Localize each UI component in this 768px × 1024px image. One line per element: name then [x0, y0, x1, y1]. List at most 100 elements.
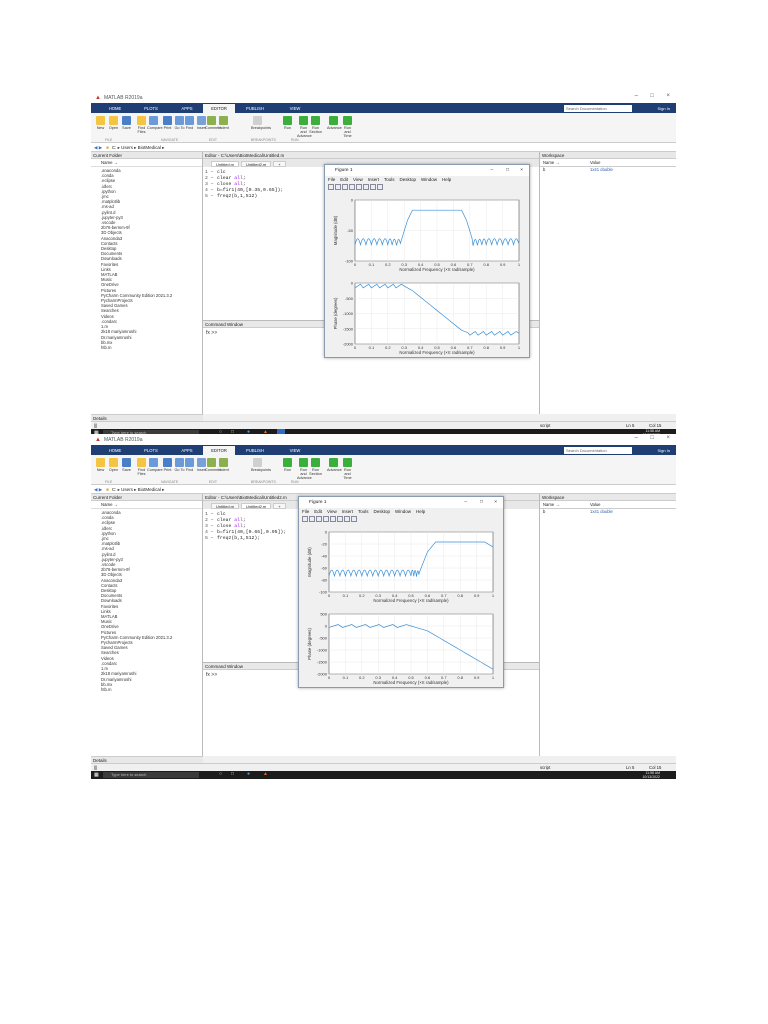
ribbon-button-run-section[interactable]: Run Section — [309, 116, 322, 134]
file-item[interactable]: htb.m — [91, 687, 202, 692]
tab-apps[interactable]: APPS — [171, 104, 203, 113]
sign-in-link[interactable]: Sign In — [658, 446, 670, 455]
code-line[interactable]: 3 − close all; — [203, 524, 246, 529]
pan-icon[interactable] — [337, 516, 343, 522]
code-line[interactable]: 2 − clear all; — [203, 518, 246, 523]
save-icon[interactable] — [316, 516, 322, 522]
windows-start-icon[interactable]: ▦ — [94, 772, 99, 778]
search-documentation-input[interactable]: Search Documentation — [564, 447, 632, 454]
taskbar-search-input[interactable]: Type here to search — [103, 772, 199, 778]
code-line[interactable]: 2 − clear all; — [203, 176, 246, 181]
name-column-header[interactable]: Name → — [91, 501, 202, 509]
address-bar[interactable]: ◀ ▶ ■ C: ▸ Users ▸ BiotMedical ▸ — [91, 485, 676, 494]
maximize-icon[interactable]: □ — [650, 435, 654, 441]
code-line[interactable]: 4 − b=fir1(40,[0.65],0.95]); — [203, 530, 286, 535]
minimize-icon[interactable]: – — [635, 435, 638, 441]
print-icon[interactable] — [323, 516, 329, 522]
figure-menu-insert[interactable]: Insert — [368, 177, 379, 182]
code-line[interactable]: 3 − close all; — [203, 182, 246, 187]
close-icon[interactable]: × — [666, 435, 670, 441]
editor-tab[interactable]: Untitled2.m — [241, 503, 272, 509]
zoom-icon[interactable] — [330, 516, 336, 522]
ribbon-button-advance[interactable]: Advance — [327, 116, 342, 130]
save-icon[interactable] — [342, 184, 348, 190]
pointer-icon[interactable] — [377, 184, 383, 190]
figure-menu-edit[interactable]: Edit — [340, 177, 348, 182]
figure-menu-tools[interactable]: Tools — [358, 509, 369, 514]
taskbar-browser-icon[interactable]: ● — [247, 771, 250, 777]
address-bar[interactable]: ◀ ▶ ■ C: ▸ Users ▸ BiotMedical ▸ — [91, 143, 676, 152]
ribbon-button-new[interactable]: New — [94, 458, 107, 472]
figure-menu-view[interactable]: View — [353, 177, 363, 182]
name-column-header[interactable]: Name → — [91, 159, 202, 167]
new-tab-button[interactable]: + — [273, 503, 286, 509]
taskbar-view-icon[interactable]: □ — [231, 771, 234, 777]
figure-maximize-icon[interactable]: □ — [480, 497, 483, 508]
figure-menu-tools[interactable]: Tools — [384, 177, 395, 182]
ribbon-button-breakpoints[interactable]: Breakpoints — [251, 116, 271, 130]
ws-name-column[interactable]: Name → — [540, 501, 590, 508]
code-line[interactable]: 5 − freqz(b,1,512); — [203, 536, 260, 541]
ribbon-button-breakpoints[interactable]: Breakpoints — [251, 458, 271, 472]
ribbon-button-compare[interactable]: Compare — [147, 458, 163, 472]
ribbon-button-open[interactable]: Open — [107, 116, 120, 130]
minimize-icon[interactable]: – — [635, 93, 638, 99]
tab-view[interactable]: VIEW — [279, 446, 311, 455]
tab-editor[interactable]: EDITOR — [203, 446, 235, 455]
file-item[interactable]: htb.m — [91, 345, 202, 350]
figure-maximize-icon[interactable]: □ — [506, 165, 509, 176]
tab-apps[interactable]: APPS — [171, 446, 203, 455]
figure-close-icon[interactable]: × — [520, 165, 523, 176]
open-icon[interactable] — [335, 184, 341, 190]
taskbar-matlab-icon[interactable]: ▲ — [263, 771, 268, 777]
figure-menu-help[interactable]: Help — [442, 177, 451, 182]
ribbon-button-save[interactable]: Save — [120, 458, 133, 472]
ribbon-button-advance[interactable]: Advance — [327, 458, 342, 472]
rotate-icon[interactable] — [370, 184, 376, 190]
pan-icon[interactable] — [363, 184, 369, 190]
ribbon-button-save[interactable]: Save — [120, 116, 133, 130]
ribbon-button-new[interactable]: New — [94, 116, 107, 130]
editor-tab[interactable]: Untitled.m — [211, 503, 240, 509]
figure-menu-help[interactable]: Help — [416, 509, 425, 514]
ws-value-column[interactable]: Value — [590, 159, 600, 166]
figure-menu-window[interactable]: Window — [421, 177, 437, 182]
figure-menu-insert[interactable]: Insert — [342, 509, 353, 514]
figure-minimize-icon[interactable]: – — [490, 165, 493, 176]
tab-plots[interactable]: PLOTS — [135, 104, 167, 113]
details-panel-header[interactable]: Details — [91, 756, 203, 763]
figure-minimize-icon[interactable]: – — [464, 497, 467, 508]
ribbon-button-run[interactable]: Run — [281, 116, 294, 130]
nav-arrows-icon[interactable]: ◀ ▶ — [94, 145, 102, 150]
code-line[interactable]: 4 − b=fir1(40,[0.35,0.65]); — [203, 188, 283, 193]
tab-home[interactable]: HOME — [99, 104, 131, 113]
editor-tab[interactable]: Untitled2.m — [241, 161, 272, 167]
code-line[interactable]: 1 − clc — [203, 170, 226, 175]
code-line[interactable]: 5 − freqz(b,1,512) — [203, 194, 257, 199]
figure-menu-file[interactable]: File — [302, 509, 309, 514]
ws-value-column[interactable]: Value — [590, 501, 600, 508]
open-icon[interactable] — [309, 516, 315, 522]
code-line[interactable]: 1 − clc — [203, 512, 226, 517]
new-tab-button[interactable]: + — [273, 161, 286, 167]
taskbar-mic-icon[interactable]: ○ — [219, 771, 222, 777]
figure-menu-view[interactable]: View — [327, 509, 337, 514]
search-documentation-input[interactable]: Search Documentation — [564, 105, 632, 112]
tab-view[interactable]: VIEW — [279, 104, 311, 113]
zoom-icon[interactable] — [356, 184, 362, 190]
ribbon-button-run[interactable]: Run — [281, 458, 294, 472]
ribbon-button-compare[interactable]: Compare — [147, 116, 163, 130]
figure-close-icon[interactable]: × — [494, 497, 497, 508]
figure-menu-desktop[interactable]: Desktop — [374, 509, 391, 514]
sign-in-link[interactable]: Sign In — [658, 104, 670, 113]
new-figure-icon[interactable] — [302, 516, 308, 522]
rotate-icon[interactable] — [344, 516, 350, 522]
current-path[interactable]: C: ▸ Users ▸ BiotMedical ▸ — [112, 487, 165, 492]
current-path[interactable]: C: ▸ Users ▸ BiotMedical ▸ — [112, 145, 165, 150]
ws-name-column[interactable]: Name → — [540, 159, 590, 166]
pointer-icon[interactable] — [351, 516, 357, 522]
ribbon-button-indent[interactable]: Indent — [217, 116, 230, 130]
figure-menu-edit[interactable]: Edit — [314, 509, 322, 514]
tab-plots[interactable]: PLOTS — [135, 446, 167, 455]
figure-window[interactable]: Figure 1 – □ × File Edit View Insert Tools Deskto… — [298, 496, 504, 688]
